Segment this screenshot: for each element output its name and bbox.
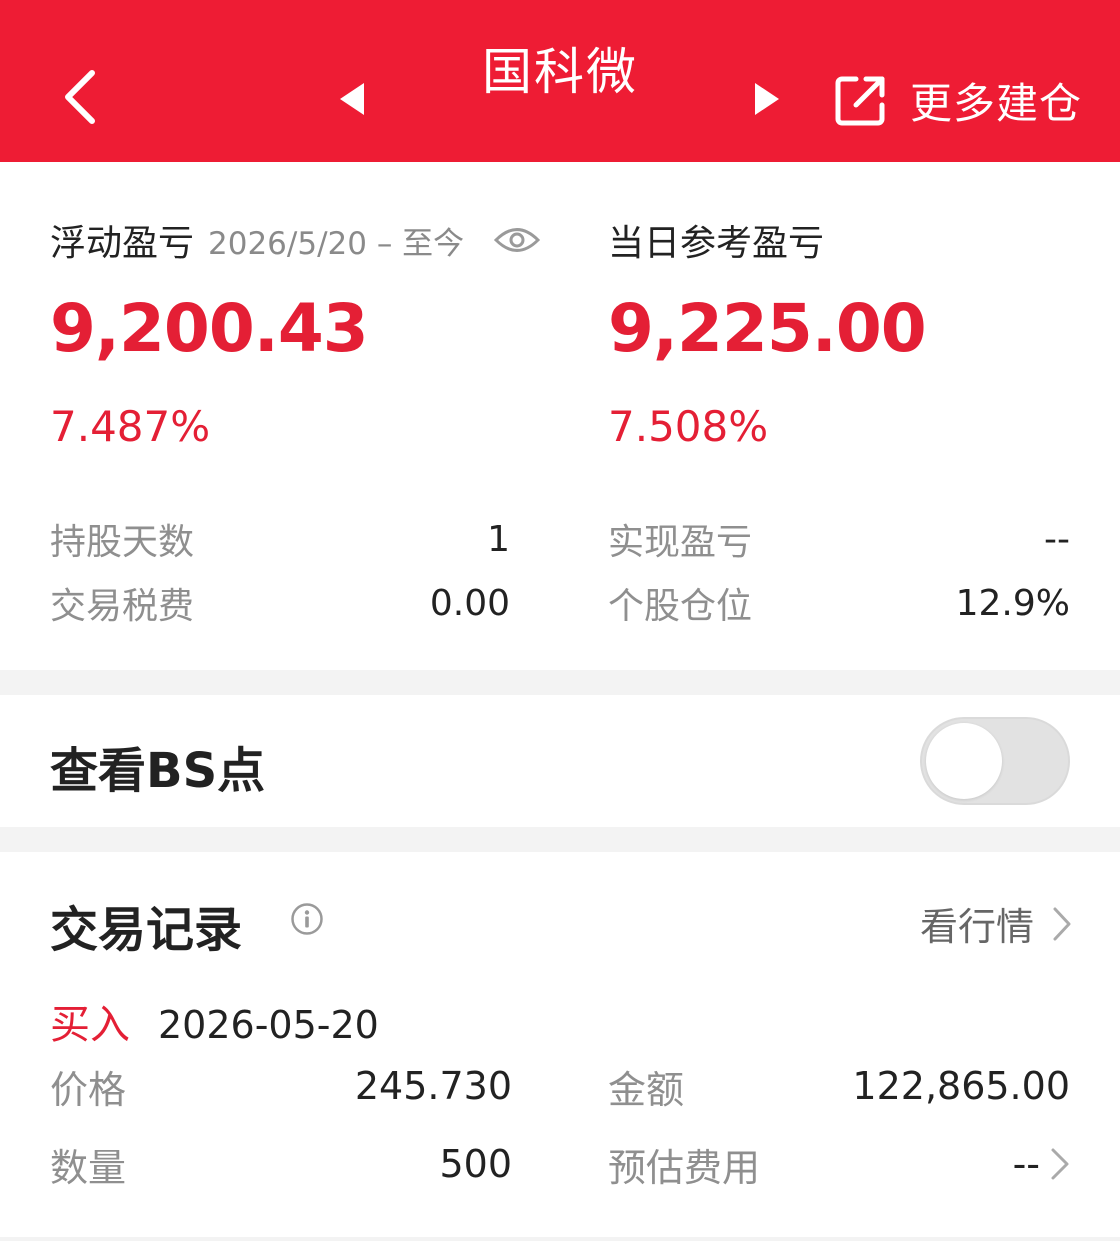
stock-name-title: 国科微 <box>482 43 638 101</box>
trade-date: 2026-05-20 <box>158 1003 379 1047</box>
trade-entry-header: 买入 2026-05-20 <box>50 992 379 1050</box>
quantity-label: 数量 <box>50 1145 127 1190</box>
back-arrow-icon <box>65 70 95 124</box>
position-row: 个股仓位 12.9% <box>608 578 1070 628</box>
hold-days-row: 持股天数 1 <box>50 514 510 564</box>
back-button[interactable] <box>50 62 110 132</box>
trade-records-title: 交易记录 <box>50 902 243 958</box>
amount-row: 金额 122,865.00 <box>608 1058 1070 1114</box>
estimated-fee-value: -- <box>1012 1142 1040 1186</box>
realized-row: 实现盈亏 -- <box>608 514 1070 564</box>
tax-value: 0.00 <box>429 582 510 624</box>
estimated-fee-label: 预估费用 <box>608 1145 761 1190</box>
estimated-fee-row[interactable]: 预估费用 -- <box>608 1136 1070 1192</box>
eye-icon[interactable] <box>494 225 541 255</box>
profit-summary-card: 浮动盈亏 2026/5/20 – 至今 9,200.43 7.487% 持股天数… <box>0 162 1120 670</box>
share-icon <box>835 76 885 126</box>
top-bar: 国科微 更多建仓 <box>0 0 1120 162</box>
daily-profit-value: 9,225.00 <box>608 290 927 367</box>
position-label: 个股仓位 <box>608 586 753 627</box>
bs-points-label: 查看BS点 <box>50 743 266 799</box>
prev-triangle-icon <box>340 83 364 115</box>
floating-profit-value: 9,200.43 <box>50 290 369 367</box>
realized-label: 实现盈亏 <box>608 522 753 563</box>
hold-days-value: 1 <box>487 518 510 560</box>
view-market-label: 看行情 <box>919 905 1034 949</box>
position-value: 12.9% <box>955 582 1070 624</box>
floating-profit-percent: 7.487% <box>50 402 211 451</box>
more-position-label: 更多建仓 <box>910 78 1083 128</box>
realized-value: -- <box>1044 518 1070 560</box>
trade-type: 买入 <box>50 1002 130 1048</box>
tax-label: 交易税费 <box>50 586 195 627</box>
estimated-fee-value-wrap: -- <box>1013 1142 1070 1186</box>
daily-profit-header: 当日参考盈亏 <box>608 214 824 266</box>
price-row: 价格 245.730 <box>50 1058 512 1114</box>
amount-label: 金额 <box>608 1067 685 1112</box>
price-value: 245.730 <box>354 1064 512 1108</box>
next-triangle-icon <box>755 83 779 115</box>
daily-profit-percent: 7.508% <box>608 402 769 451</box>
toggle-knob <box>926 723 1002 799</box>
amount-value: 122,865.00 <box>852 1064 1070 1108</box>
chevron-right-icon <box>1051 1148 1069 1180</box>
prev-stock-button[interactable] <box>330 72 374 126</box>
view-market-link[interactable]: 看行情 <box>920 896 1072 951</box>
bs-points-card: 查看BS点 <box>0 695 1120 827</box>
bs-points-toggle[interactable] <box>920 717 1070 805</box>
floating-profit-header: 浮动盈亏 2026/5/20 – 至今 <box>50 214 541 266</box>
next-stock-button[interactable] <box>745 72 789 126</box>
date-range: 2026/5/20 – 至今 <box>208 225 465 262</box>
price-label: 价格 <box>50 1067 127 1112</box>
quantity-value: 500 <box>439 1142 512 1186</box>
hold-days-label: 持股天数 <box>50 522 195 563</box>
trade-records-card: 交易记录 看行情 买入 2026-05-20 价格 245.730 金额 122… <box>0 852 1120 1237</box>
more-position-button[interactable]: 更多建仓 <box>832 68 1082 132</box>
chevron-right-icon <box>1053 907 1071 940</box>
floating-profit-label: 浮动盈亏 <box>50 223 195 264</box>
tax-row: 交易税费 0.00 <box>50 578 510 628</box>
daily-profit-label: 当日参考盈亏 <box>608 223 825 264</box>
quantity-row: 数量 500 <box>50 1136 512 1192</box>
info-icon[interactable] <box>290 902 324 940</box>
